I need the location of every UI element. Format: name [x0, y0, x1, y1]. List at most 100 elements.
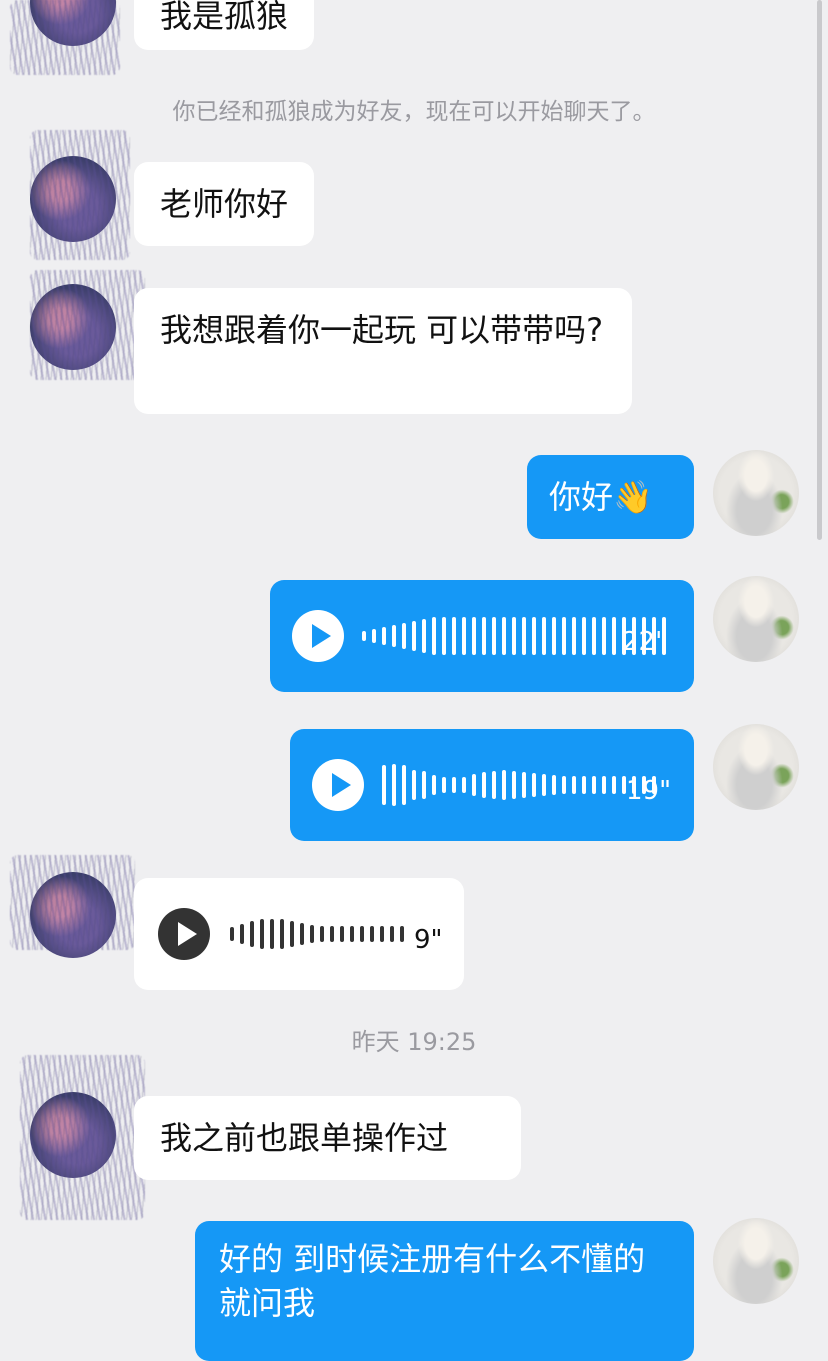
waveform-bar [402, 765, 406, 805]
play-icon[interactable] [312, 759, 364, 811]
waveform-bar [452, 777, 456, 793]
waveform-bar [592, 617, 596, 655]
waveform-bar [532, 773, 536, 797]
waveform-bar [582, 776, 586, 794]
waveform-bar [330, 926, 334, 942]
waveform-bar [512, 617, 516, 655]
waveform-bar [472, 774, 476, 796]
waveform-bar [482, 617, 486, 655]
waveform-bar [390, 926, 394, 942]
waveform-bar [562, 776, 566, 794]
waveform-bar [382, 765, 386, 805]
my-avatar[interactable] [713, 450, 799, 536]
message-bubble-incoming[interactable]: 我是孤狼 [134, 0, 315, 50]
waveform-bar [422, 771, 426, 799]
redaction-scribble [10, 0, 120, 75]
waveform-bar [542, 774, 546, 796]
waveform-bar [602, 776, 606, 794]
waveform-bar [280, 919, 284, 949]
waveform-bar [382, 627, 386, 645]
waveform-bar [270, 919, 274, 949]
waveform-bar [310, 925, 314, 943]
waveform-bar [562, 617, 566, 655]
waveform-bar [340, 926, 344, 942]
waveform-bar [602, 617, 606, 655]
waveform-bar [432, 775, 436, 795]
play-icon[interactable] [292, 610, 344, 662]
waveform-bar [512, 771, 516, 799]
system-notice: 你已经和孤狼成为好友，现在可以开始聊天了。 [172, 99, 656, 125]
waveform-bar [370, 926, 374, 942]
waveform-bar [380, 926, 384, 942]
waveform-bar [392, 625, 396, 647]
waveform-bar [360, 926, 364, 942]
message-text: 你好👋 [549, 478, 653, 516]
waveform-bar [612, 776, 616, 794]
voice-message-outgoing[interactable]: 22" [270, 580, 694, 692]
waveform-bar [572, 617, 576, 655]
waveform-bar [552, 775, 556, 795]
message-text: 老师你好 [160, 185, 289, 223]
waveform-bar [492, 771, 496, 799]
waveform-bar [452, 617, 456, 655]
waveform-bar [230, 927, 234, 941]
redaction-scribble [10, 855, 135, 950]
waveform-bar [552, 617, 556, 655]
waveform-bar [392, 764, 396, 806]
voice-duration: 9" [414, 925, 443, 955]
waveform-bar [572, 776, 576, 794]
scrollbar[interactable] [817, 0, 822, 540]
redaction-scribble [30, 130, 130, 260]
waveform-bar [412, 621, 416, 651]
waveform-bar [492, 617, 496, 655]
message-text: 我之前也跟单操作过 [160, 1119, 449, 1157]
waveform-bar [350, 926, 354, 942]
my-avatar[interactable] [713, 576, 799, 662]
waveform-bar [432, 617, 436, 655]
waveform-bar [612, 617, 616, 655]
waveform-bar [260, 919, 264, 949]
waveform-bar [522, 772, 526, 798]
voice-message-incoming[interactable]: 9" [134, 878, 464, 990]
waveform-bar [502, 617, 506, 655]
message-bubble-incoming[interactable]: 我之前也跟单操作过 [134, 1096, 521, 1180]
my-avatar[interactable] [713, 724, 799, 810]
waveform-bar [240, 924, 244, 944]
waveform-bar [300, 923, 304, 945]
waveform-bar [362, 631, 366, 641]
message-bubble-outgoing[interactable]: 好的 到时候注册有什么不懂的就问我 [195, 1221, 694, 1361]
message-bubble-outgoing[interactable]: 你好👋 [527, 455, 694, 539]
waveform-bar [482, 772, 486, 798]
waveform-bar [462, 617, 466, 655]
voice-duration: 19" [626, 776, 672, 806]
message-text: 我想跟着你一起玩 可以带带吗? [160, 311, 604, 349]
message-bubble-incoming[interactable]: 老师你好 [134, 162, 315, 246]
message-bubble-incoming[interactable]: 我想跟着你一起玩 可以带带吗? [134, 288, 632, 414]
waveform-bar [442, 617, 446, 655]
waveform-bar [472, 617, 476, 655]
waveform-bar [522, 617, 526, 655]
waveform-bar [412, 770, 416, 800]
play-icon[interactable] [158, 908, 210, 960]
waveform-bar [442, 777, 446, 793]
voice-waveform [230, 898, 404, 970]
waveform-bar [502, 770, 506, 800]
voice-message-outgoing[interactable]: 19" [290, 729, 694, 841]
waveform-bar [402, 623, 406, 649]
redaction-scribble [30, 270, 145, 380]
waveform-bar [320, 926, 324, 942]
redaction-scribble [20, 1055, 145, 1220]
waveform-bar [532, 617, 536, 655]
my-avatar[interactable] [713, 1218, 799, 1304]
waveform-bar [582, 617, 586, 655]
waveform-bar [250, 921, 254, 947]
message-text: 好的 到时候注册有什么不懂的就问我 [219, 1240, 646, 1322]
waveform-bar [290, 921, 294, 947]
waveform-bar [372, 629, 376, 643]
voice-duration: 22" [622, 627, 668, 657]
waveform-bar [400, 926, 404, 942]
voice-waveform [382, 749, 656, 821]
waveform-bar [542, 617, 546, 655]
waveform-bar [462, 777, 466, 793]
timestamp-separator: 昨天 19:25 [351, 1028, 477, 1056]
